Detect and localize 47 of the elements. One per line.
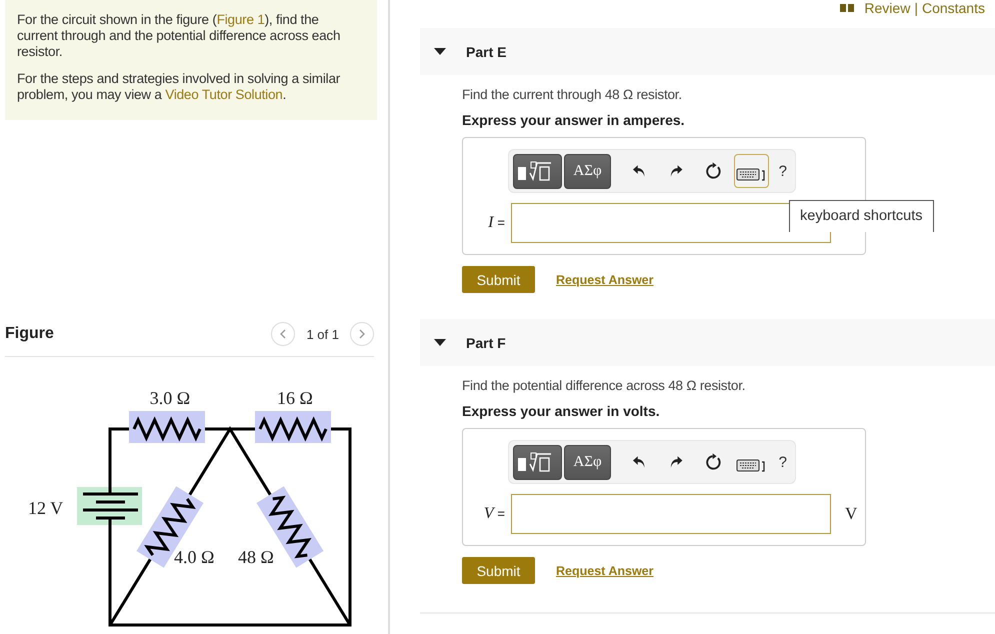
keyboard-icon [736, 167, 766, 181]
constants-link[interactable]: Constants [922, 1, 985, 15]
submit-button[interactable]: Submit [462, 266, 535, 293]
reset-icon[interactable] [704, 453, 722, 471]
chevron-right-icon [358, 329, 366, 339]
intro-paragraph: For the circuit shown in the figure (Figure 1), find the current through and the potential difference across each resistor. [17, 12, 342, 60]
answer-field[interactable] [511, 494, 831, 534]
greek-button[interactable]: ΑΣφ [564, 444, 612, 480]
templates-button[interactable] [513, 154, 562, 188]
review-link[interactable]: Review [864, 1, 910, 15]
tooltip: keyboard shortcuts [789, 200, 934, 232]
part-header[interactable]: Part E [420, 28, 995, 75]
resistor-label: 4.0 Ω [174, 547, 214, 567]
question-text: Find the current through 48 Ω resistor. [462, 87, 683, 102]
help-button[interactable]: ? [774, 454, 791, 470]
redo-icon[interactable] [668, 455, 684, 469]
page-counter: 1 of 1 [306, 326, 339, 342]
separator-text: | [914, 1, 918, 15]
resistor-label: 16 Ω [277, 388, 313, 408]
intro-paragraph: For the steps and strategies involved in solving a similar problem, you may view a Video Tutor Solution. [17, 71, 342, 103]
undo-icon[interactable] [632, 455, 648, 469]
unit-label: V [845, 504, 858, 524]
request-answer-link[interactable]: Request Answer [556, 564, 654, 578]
text-link[interactable]: Video Tutor Solution [165, 87, 283, 102]
redo-icon[interactable] [668, 164, 684, 178]
part-header[interactable]: Part F [420, 319, 995, 366]
text-link[interactable]: Figure 1 [216, 12, 265, 27]
voltage-label: 12 V [28, 498, 64, 518]
variable-label: I = [487, 214, 505, 232]
reset-icon[interactable] [704, 162, 722, 180]
instruction-text: Express your answer in volts. [462, 403, 661, 419]
variable-label: V = [482, 505, 505, 523]
help-button[interactable]: ? [774, 162, 791, 180]
undo-icon[interactable] [632, 164, 648, 178]
chevron-left-icon [279, 329, 288, 339]
resistor-label: 48 Ω [238, 547, 274, 567]
resistor-label: 3.0 Ω [150, 388, 190, 408]
instruction-text: Express your answer in amperes. [462, 112, 686, 128]
keyboard-icon [736, 458, 766, 472]
keyboard-button[interactable] [734, 154, 769, 188]
greek-button[interactable]: ΑΣφ [564, 154, 612, 188]
request-answer-link[interactable]: Request Answer [556, 272, 654, 286]
submit-button[interactable]: Submit [462, 557, 535, 584]
question-text: Find the potential difference across 48 Ω resistor. [462, 378, 746, 393]
book-icon [840, 4, 854, 12]
templates-button[interactable] [513, 444, 562, 480]
figure-title: Figure [5, 325, 54, 343]
